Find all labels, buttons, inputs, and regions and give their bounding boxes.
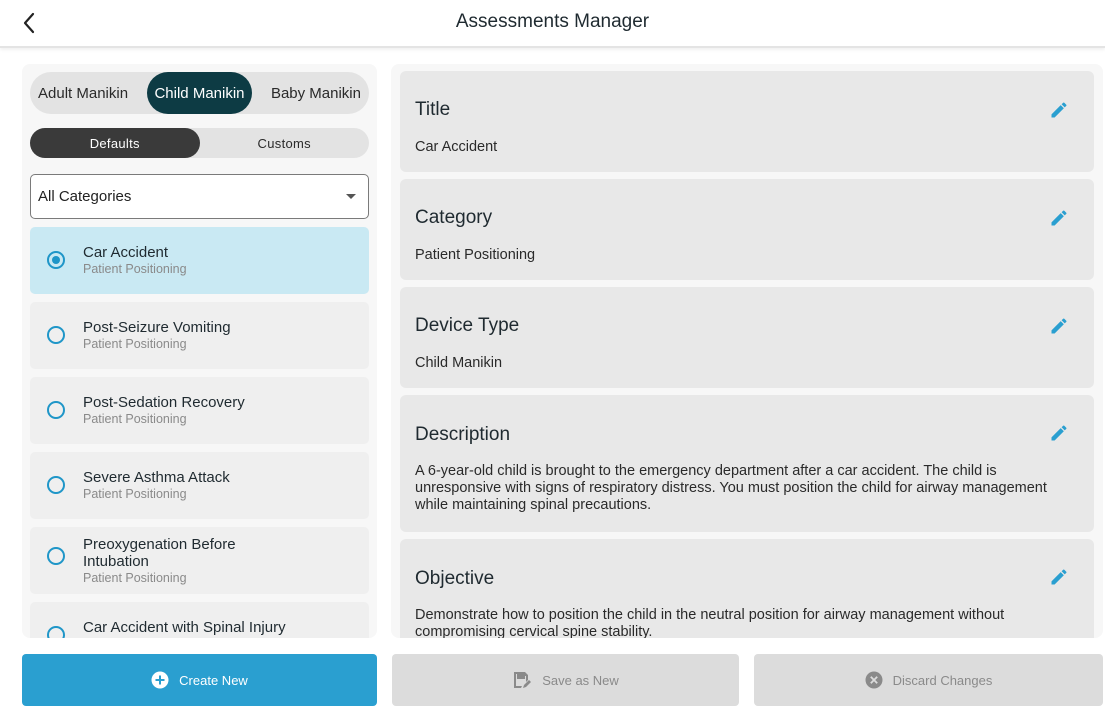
dropdown-caret-icon [346, 194, 356, 199]
category-dropdown-value: All Categories [38, 188, 132, 205]
objective-card: Objective Demonstrate how to position th… [400, 539, 1094, 638]
save-as-new-button[interactable]: Save as New [392, 654, 739, 706]
pencil-icon [1051, 425, 1067, 441]
list-item-category: Patient Positioning [83, 337, 187, 351]
pencil-icon [1051, 210, 1067, 226]
objective-value: Demonstrate how to position the child in… [415, 607, 1005, 638]
close-circle-icon [865, 671, 883, 689]
radio-unselected-icon[interactable] [47, 547, 65, 565]
edit-description-button[interactable] [1046, 420, 1072, 446]
device-type-label: Device Type [415, 315, 520, 336]
title-card: Title Car Accident [400, 71, 1094, 172]
radio-selected-icon[interactable] [47, 251, 65, 269]
category-label: Category [415, 207, 493, 228]
category-card: Category Patient Positioning [400, 179, 1094, 280]
list-item-title: Severe Asthma Attack [83, 469, 230, 486]
list-item-title: Preoxygenation Before Intubation [83, 536, 236, 570]
radio-unselected-icon[interactable] [47, 401, 65, 419]
list-item[interactable]: Car Accident Patient Positioning [30, 227, 369, 294]
category-dropdown[interactable]: All Categories [30, 174, 369, 219]
edit-title-button[interactable] [1046, 97, 1072, 123]
list-item-title: Car Accident [83, 244, 169, 261]
edit-category-button[interactable] [1046, 205, 1072, 231]
app-header: Assessments Manager [0, 0, 1105, 48]
radio-unselected-icon[interactable] [47, 626, 65, 638]
pencil-icon [1051, 102, 1067, 118]
save-edit-icon [514, 672, 532, 688]
description-value: A 6-year-old child is brought to the eme… [415, 463, 1047, 513]
radio-unselected-icon[interactable] [47, 476, 65, 494]
create-new-button[interactable]: Create New [22, 654, 377, 706]
assessment-source-segmented-control: Defaults Customs [30, 128, 369, 158]
category-value: Patient Positioning [415, 247, 536, 263]
list-item-title: Car Accident with Spinal Injury [83, 619, 286, 636]
discard-changes-label: Discard Changes [892, 672, 993, 688]
tab-child-manikin[interactable]: Child Manikin [147, 72, 252, 114]
description-card: Description A 6-year-old child is brough… [400, 395, 1094, 532]
pencil-icon [1051, 569, 1067, 585]
assessment-list: Car Accident Patient Positioning Post-Se… [30, 227, 369, 638]
radio-unselected-icon[interactable] [47, 326, 65, 344]
list-item[interactable]: Preoxygenation Before Intubation Patient… [30, 527, 369, 594]
assessment-details-panel: Title Car Accident Category Patient Posi… [391, 64, 1103, 638]
edit-objective-button[interactable] [1046, 564, 1072, 590]
list-item[interactable]: Post-Sedation Recovery Patient Positioni… [30, 377, 369, 444]
list-item-category: Patient Positioning [83, 412, 187, 426]
create-new-label: Create New [179, 672, 248, 688]
description-label: Description [415, 424, 511, 445]
title-label: Title [415, 99, 451, 120]
pencil-icon [1051, 318, 1067, 334]
list-item[interactable]: Post-Seizure Vomiting Patient Positionin… [30, 302, 369, 369]
list-item-title: Post-Seizure Vomiting [83, 319, 231, 336]
title-value: Car Accident [415, 139, 498, 155]
objective-label: Objective [415, 568, 495, 589]
list-item[interactable]: Car Accident with Spinal Injury [30, 602, 369, 638]
tab-adult-manikin[interactable]: Adult Manikin [34, 72, 132, 114]
device-type-card: Device Type Child Manikin [400, 287, 1094, 388]
list-item-title: Post-Sedation Recovery [83, 394, 245, 411]
tab-baby-manikin[interactable]: Baby Manikin [267, 72, 365, 114]
list-item-category: Patient Positioning [83, 571, 187, 585]
manikin-type-segmented-control: Adult Manikin Child Manikin Baby Manikin [30, 72, 369, 114]
device-type-value: Child Manikin [415, 355, 503, 371]
list-item-category: Patient Positioning [83, 487, 187, 501]
page-title: Assessments Manager [455, 11, 650, 32]
edit-device-type-button[interactable] [1046, 313, 1072, 339]
list-item-category: Patient Positioning [83, 262, 187, 276]
tab-customs[interactable]: Customs [200, 128, 370, 158]
list-item[interactable]: Severe Asthma Attack Patient Positioning [30, 452, 369, 519]
tab-defaults[interactable]: Defaults [30, 128, 200, 158]
plus-circle-icon [151, 671, 169, 689]
assessments-list-panel: Adult Manikin Child Manikin Baby Manikin… [22, 64, 377, 638]
discard-changes-button[interactable]: Discard Changes [754, 654, 1103, 706]
save-as-new-label: Save as New [542, 672, 619, 688]
